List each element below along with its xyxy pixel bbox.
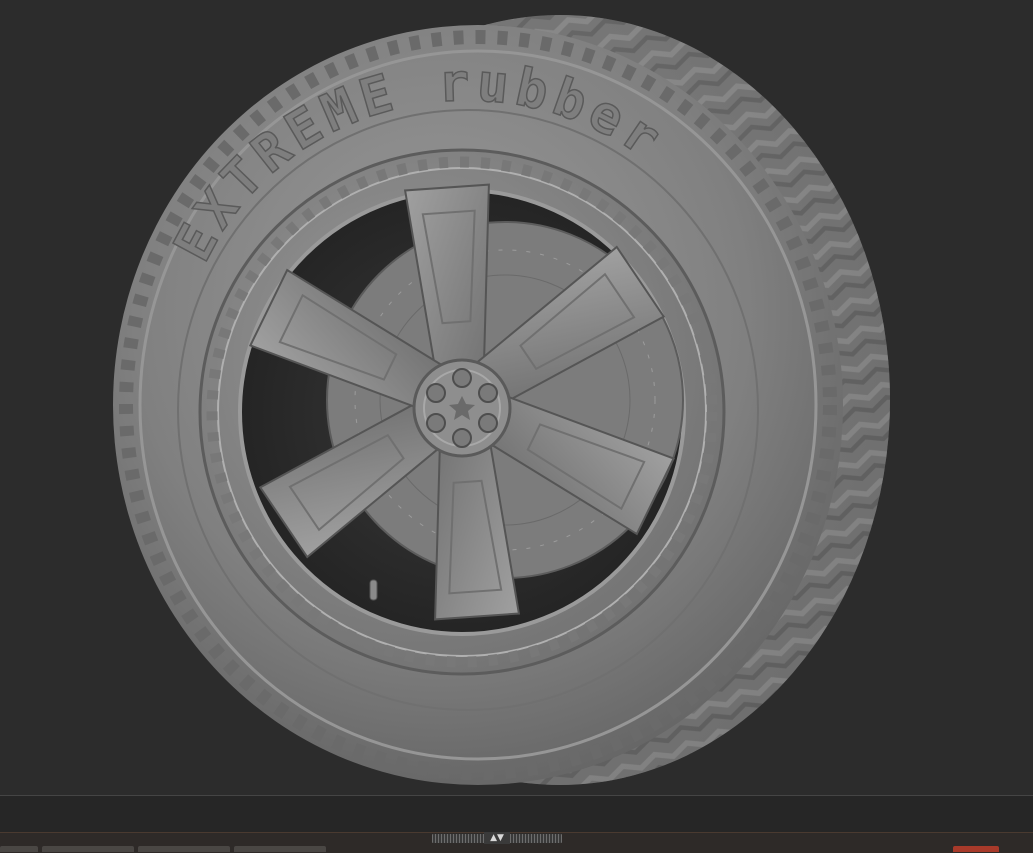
shelf-tab[interactable] xyxy=(42,846,134,852)
wheel-model[interactable]: EXTREME rubber xyxy=(0,0,1033,795)
collapse-expand-arrows-icon[interactable]: ▲▼ xyxy=(484,832,510,844)
shelf-tab[interactable] xyxy=(0,846,38,852)
canvas-viewport[interactable]: EXTREME rubber xyxy=(0,0,1033,795)
alert-indicator[interactable] xyxy=(953,846,999,852)
wheel-hub xyxy=(412,358,512,458)
shelf-tab[interactable] xyxy=(234,846,326,852)
bottom-tray xyxy=(0,796,1033,832)
valve-stem xyxy=(369,579,378,601)
shelf-tab[interactable] xyxy=(138,846,230,852)
